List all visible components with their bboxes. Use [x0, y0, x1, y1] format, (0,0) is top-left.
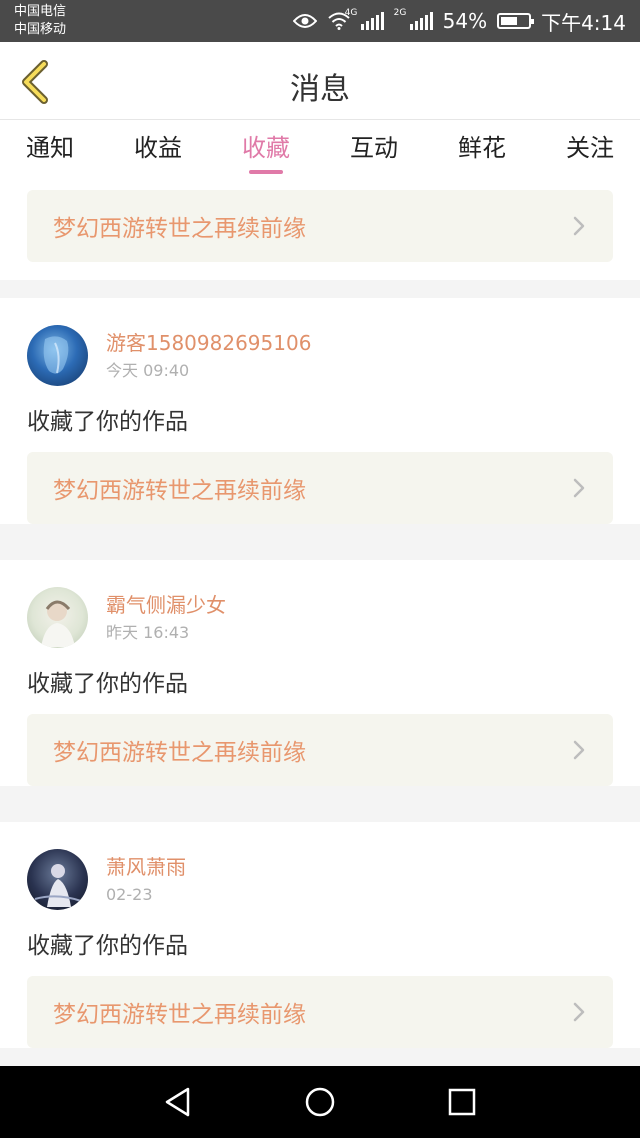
back-triangle-icon[interactable] [162, 1086, 194, 1118]
chevron-right-icon [573, 216, 585, 236]
work-title: 梦幻西游转世之再续前缘 [53, 478, 306, 504]
list-item: 霸气侧漏少女 昨天 16:43 收藏了你的作品 梦幻西游转世之再续前缘 [0, 560, 640, 786]
list-item: 萧风萧雨 02-23 收藏了你的作品 梦幻西游转世之再续前缘 [0, 822, 640, 1048]
clock: 下午4:14 [541, 10, 626, 35]
tab-following[interactable]: 关注 [566, 120, 614, 180]
battery-percent: 54% [442, 9, 488, 33]
username[interactable]: 霸气侧漏少女 [106, 591, 226, 619]
user-meta: 霸气侧漏少女 昨天 16:43 [106, 591, 226, 645]
eye-icon [292, 14, 317, 28]
user-row: 萧风萧雨 02-23 [27, 822, 613, 910]
work-link[interactable]: 梦幻西游转世之再续前缘 [27, 976, 613, 1048]
signal-icon: 4G [345, 8, 384, 30]
work-title: 梦幻西游转世之再续前缘 [53, 1002, 306, 1028]
navigation-bar [0, 1066, 640, 1138]
tab-notifications[interactable]: 通知 [26, 120, 74, 180]
network-type-2: 2G [393, 8, 407, 18]
username[interactable]: 萧风萧雨 [106, 853, 186, 881]
tab-interactions[interactable]: 互动 [350, 120, 398, 180]
carrier-2: 中国移动 [14, 22, 67, 37]
user-row: 霸气侧漏少女 昨天 16:43 [27, 560, 613, 648]
timestamp: 02-23 [106, 884, 153, 904]
carrier-1: 中国电信 [14, 4, 67, 19]
battery-icon [497, 13, 535, 29]
timestamp: 昨天 16:43 [106, 622, 190, 642]
tab-flowers[interactable]: 鲜花 [458, 120, 506, 180]
separator [0, 804, 640, 822]
tab-favorites[interactable]: 收藏 [242, 120, 290, 180]
status-icons: 4G 2G 54% 下午4:14 [292, 0, 626, 42]
user-meta: 萧风萧雨 02-23 [106, 853, 186, 907]
avatar[interactable] [27, 587, 88, 648]
separator [0, 542, 640, 560]
recents-square-icon[interactable] [446, 1086, 478, 1118]
chevron-right-icon [573, 478, 585, 498]
network-type-1: 4G [344, 8, 358, 18]
timestamp: 今天 09:40 [106, 360, 190, 380]
work-link[interactable]: 梦幻西游转世之再续前缘 [27, 190, 613, 262]
separator [0, 280, 640, 298]
user-row: 游客1580982695106 今天 09:40 [27, 298, 613, 386]
list-item: 梦幻西游转世之再续前缘 [0, 180, 640, 280]
app-header: 消息 [0, 42, 640, 120]
work-link[interactable]: 梦幻西游转世之再续前缘 [27, 452, 613, 524]
carrier-info: 中国电信 中国移动 [14, 3, 66, 39]
user-meta: 游客1580982695106 今天 09:40 [106, 329, 311, 383]
message-text: 收藏了你的作品 [27, 671, 188, 697]
message-text: 收藏了你的作品 [27, 409, 188, 435]
work-title: 梦幻西游转世之再续前缘 [53, 216, 306, 242]
chevron-right-icon [573, 1002, 585, 1022]
list-item: 游客1580982695106 今天 09:40 收藏了你的作品 梦幻西游转世之… [0, 298, 640, 524]
message-list: 梦幻西游转世之再续前缘 游客1580982695106 今天 09:40 收藏了… [0, 180, 640, 1066]
chevron-right-icon [573, 740, 585, 760]
tab-earnings[interactable]: 收益 [134, 120, 182, 180]
tab-bar: 通知 收益 收藏 互动 鲜花 关注 [0, 120, 640, 180]
signal-icon-2: 2G [394, 8, 433, 30]
message-text: 收藏了你的作品 [27, 933, 188, 959]
page-title: 消息 [290, 72, 350, 107]
work-title: 梦幻西游转世之再续前缘 [53, 740, 306, 766]
username[interactable]: 游客1580982695106 [106, 329, 311, 357]
avatar[interactable] [27, 325, 88, 386]
home-circle-icon[interactable] [304, 1086, 336, 1118]
avatar[interactable] [27, 849, 88, 910]
status-bar: 中国电信 中国移动 4G 2G 54% 下午4:14 [0, 0, 640, 42]
work-link[interactable]: 梦幻西游转世之再续前缘 [27, 714, 613, 786]
